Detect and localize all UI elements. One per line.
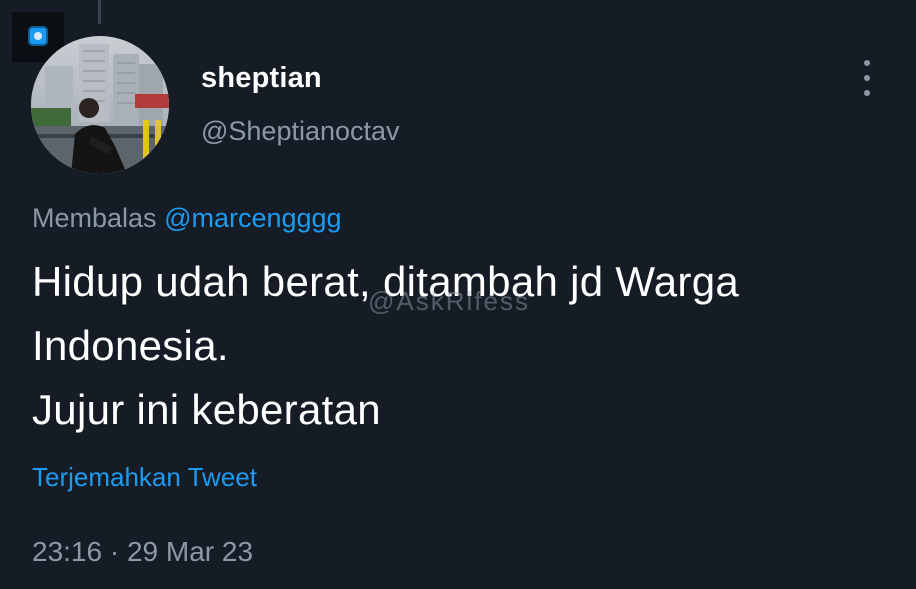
avatar-photo [31,36,169,174]
more-options-button[interactable] [852,56,882,100]
tweet-text-line: Indonesia. [32,322,229,369]
tweet-text-line: Hidup udah berat, ditambah jd Warga [32,258,740,305]
tweet-body: Hidup udah berat, ditambah jd Warga Indo… [32,250,902,442]
avatar[interactable] [31,36,169,174]
app-badge-glyph [28,26,48,46]
translate-tweet-link[interactable]: Terjemahkan Tweet [32,462,257,493]
tweet-text-line: Jujur ini keberatan [32,386,381,433]
thread-connector-line [98,0,101,24]
timestamp-separator: · [109,536,120,567]
tweet-timestamp[interactable]: 23:16 · 29 Mar 23 [32,536,253,568]
tweet-time: 23:16 [32,536,103,567]
vertical-ellipsis-icon [864,60,870,66]
tweet-date: 29 Mar 23 [126,536,254,567]
author-handle[interactable]: @Sheptianoctav [201,116,400,147]
reply-context: Membalas @marcengggg [32,203,342,234]
vertical-ellipsis-icon [864,90,870,96]
vertical-ellipsis-icon [864,75,870,81]
author-display-name[interactable]: sheptian [201,62,322,95]
reply-mention-link[interactable]: @marcengggg [164,203,342,233]
reply-prefix: Membalas [32,203,157,233]
